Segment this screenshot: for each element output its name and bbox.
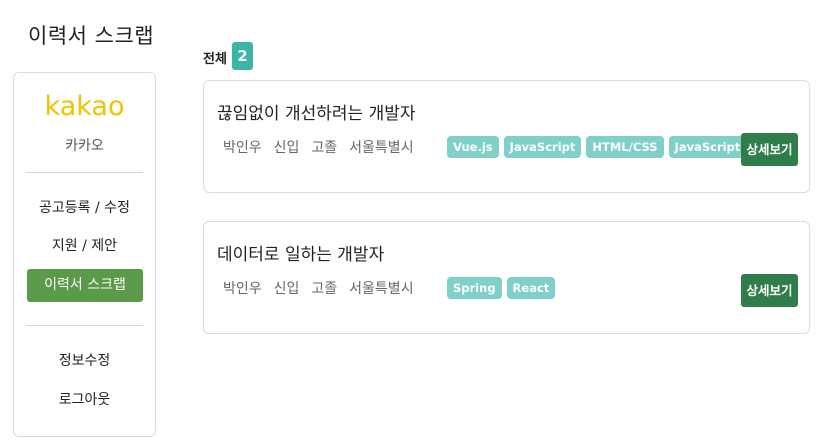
skill-tag: JavaScript	[668, 136, 747, 158]
page-title: 이력서 스크랩	[28, 24, 155, 48]
resume-meta: 박인우 신입 고졸 서울특별시	[223, 278, 414, 298]
education-level: 고졸	[311, 140, 338, 156]
sidebar-item-logout[interactable]: 로그아웃	[14, 389, 155, 409]
sidebar-item-job-posting[interactable]: 공고등록 / 수정	[14, 197, 155, 217]
education-level: 고졸	[311, 281, 338, 297]
view-detail-button[interactable]: 상세보기	[741, 274, 798, 307]
resume-card: 데이터로 일하는 개발자 박인우 신입 고졸 서울특별시 Spring Reac…	[203, 221, 810, 334]
skill-tag: Vue.js	[447, 136, 499, 158]
resume-title: 끊임없이 개선하려는 개발자	[217, 104, 416, 124]
career-level: 신입	[273, 140, 300, 156]
total-label: 전체	[203, 52, 227, 67]
skill-tag: HTML/CSS	[586, 136, 664, 158]
resume-meta: 박인우 신입 고졸 서울특별시	[223, 137, 414, 157]
skill-tags: Spring React	[447, 277, 556, 299]
applicant-name: 박인우	[223, 281, 262, 297]
applicant-name: 박인우	[223, 140, 262, 156]
career-level: 신입	[273, 281, 300, 297]
sidebar-item-applications[interactable]: 지원 / 제안	[14, 235, 155, 255]
view-detail-button[interactable]: 상세보기	[741, 133, 798, 166]
skill-tag: React	[506, 277, 556, 299]
sidebar-item-resume-scrap[interactable]: 이력서 스크랩	[27, 269, 143, 302]
sidebar-item-edit-info[interactable]: 정보수정	[14, 350, 155, 370]
sidebar: kakao 카카오 공고등록 / 수정 지원 / 제안 이력서 스크랩 정보수정…	[13, 72, 156, 437]
location: 서울특별시	[349, 281, 414, 297]
resume-title: 데이터로 일하는 개발자	[217, 245, 385, 265]
skill-tags: Vue.js JavaScript HTML/CSS JavaScript	[447, 136, 747, 158]
company-logo: kakao	[44, 91, 125, 122]
sidebar-divider	[26, 325, 143, 326]
company-name: 카카오	[65, 138, 104, 154]
skill-tag: JavaScript	[503, 136, 582, 158]
skill-tag: Spring	[447, 277, 502, 299]
sidebar-divider	[26, 172, 143, 173]
total-count-badge: 2	[232, 42, 253, 70]
resume-card: 끊임없이 개선하려는 개발자 박인우 신입 고졸 서울특별시 Vue.js Ja…	[203, 80, 810, 193]
location: 서울특별시	[349, 140, 414, 156]
